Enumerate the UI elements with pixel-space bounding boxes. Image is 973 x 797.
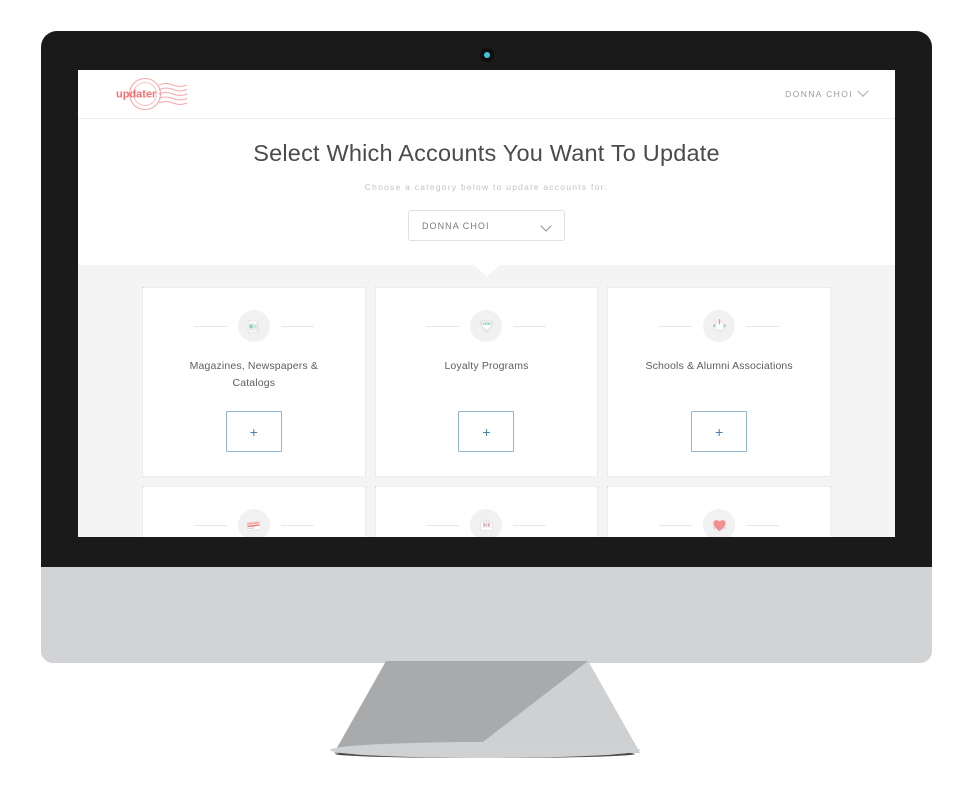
- select-pointer-arrow: [473, 265, 500, 277]
- category-card-title: Schools & Alumni Associations: [645, 360, 793, 372]
- category-card[interactable]: [142, 486, 366, 537]
- page-subtitle: Choose a category below to update accoun…: [364, 182, 609, 192]
- divider-line-right: [513, 524, 547, 526]
- user-account-name: DONNA CHOI: [785, 89, 853, 99]
- card-icon-row: [143, 310, 365, 342]
- divider-line-left: [659, 524, 693, 526]
- category-card-title: Magazines, Newspapers & Catalogs: [189, 360, 318, 389]
- add-accounts-button[interactable]: +: [691, 411, 748, 452]
- card-icon-row: [608, 509, 830, 537]
- divider-line-right: [280, 325, 314, 327]
- page-title: Select Which Accounts You Want To Update: [253, 140, 720, 166]
- divider-line-left: [193, 524, 227, 526]
- category-card[interactable]: Magazines, Newspapers & Catalogs +: [142, 287, 366, 477]
- plus-icon: +: [715, 423, 724, 440]
- category-card-title: Loyalty Programs: [444, 360, 529, 372]
- updater-logo[interactable]: updater: [112, 76, 192, 112]
- card-icon-row: [376, 509, 598, 537]
- plus-icon: +: [249, 423, 258, 440]
- category-card[interactable]: [374, 486, 599, 537]
- plus-icon: +: [482, 423, 491, 440]
- card-icon-row: [143, 509, 365, 537]
- card-icon-row: [608, 310, 830, 342]
- category-grid-section: Magazines, Newspapers & Catalogs + Loyal…: [78, 265, 895, 537]
- category-card-grid: Magazines, Newspapers & Catalogs + Loyal…: [142, 287, 831, 537]
- category-card[interactable]: Schools & Alumni Associations +: [607, 287, 831, 477]
- add-accounts-button[interactable]: +: [458, 411, 515, 452]
- category-select-wrapper: DONNA CHOI: [408, 210, 565, 241]
- svg-text:updater: updater: [116, 89, 157, 101]
- monitor-stand-base: [330, 742, 640, 758]
- chevron-down-icon: [857, 85, 869, 97]
- divider-line-right: [513, 325, 547, 327]
- screenshot-scene: updater DONNA CHOI Select Which Accounts…: [0, 0, 973, 797]
- trophy-icon: [470, 310, 503, 342]
- user-account-menu[interactable]: DONNA CHOI: [785, 70, 869, 118]
- category-card[interactable]: [607, 486, 831, 537]
- heart-icon: [703, 509, 736, 537]
- card-icon-row: [376, 310, 598, 342]
- graduation-bell-icon: [703, 310, 736, 342]
- divider-line-left: [193, 325, 227, 327]
- add-accounts-button[interactable]: +: [225, 411, 282, 452]
- divider-line-right: [746, 325, 780, 327]
- monitor-chin: [41, 567, 932, 663]
- divider-line-left: [426, 524, 460, 526]
- divider-line-left: [426, 325, 460, 327]
- webcam-icon: [479, 48, 494, 62]
- briefcase-icon: [470, 509, 503, 537]
- divider-line-right: [280, 524, 314, 526]
- top-navigation-bar: updater DONNA CHOI: [78, 70, 895, 119]
- credit-card-icon: [237, 509, 270, 537]
- category-select-value: DONNA CHOI: [422, 220, 490, 231]
- category-card[interactable]: Loyalty Programs +: [374, 287, 599, 477]
- divider-line-left: [659, 325, 693, 327]
- chevron-down-icon: [540, 220, 552, 232]
- newspaper-icon: [237, 310, 270, 342]
- monitor-stand-neck: [334, 661, 640, 753]
- screen-viewport: updater DONNA CHOI Select Which Accounts…: [78, 70, 895, 537]
- category-select[interactable]: DONNA CHOI: [408, 210, 565, 241]
- hero-section: Select Which Accounts You Want To Update…: [78, 119, 895, 265]
- divider-line-right: [746, 524, 780, 526]
